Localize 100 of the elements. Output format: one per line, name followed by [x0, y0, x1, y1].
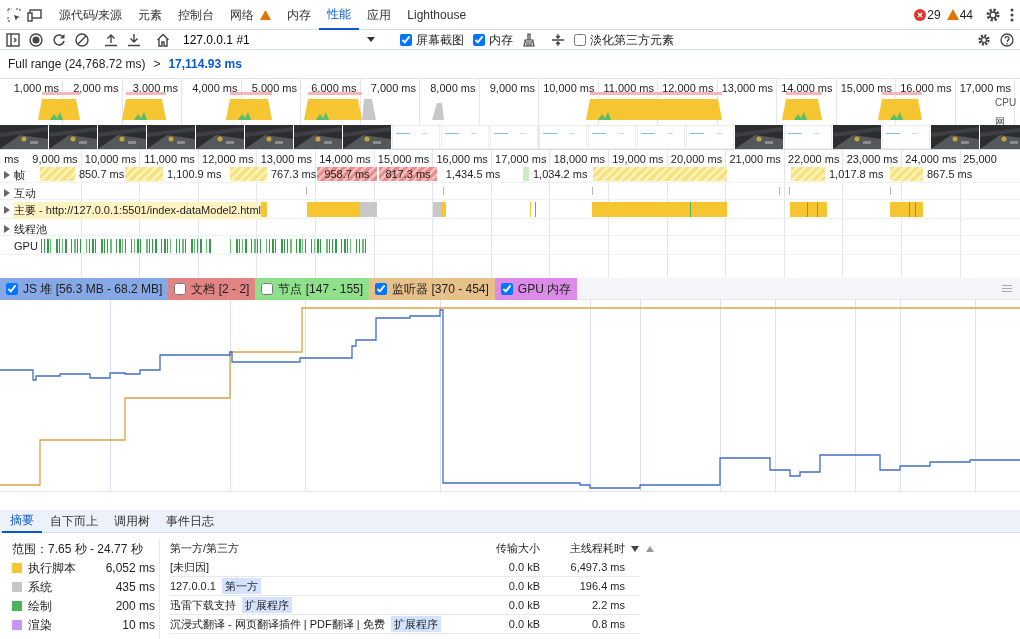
panel-tab[interactable]: Lighthouse — [399, 0, 475, 30]
details-tab[interactable]: 自下而上 — [42, 509, 106, 533]
category-time: 200 ms — [115, 597, 155, 615]
panel-tab[interactable]: 内存 — [279, 0, 320, 30]
checkbox-label: 内存 — [489, 31, 513, 49]
time-tick: 11,000 ms — [144, 152, 195, 167]
details-tab[interactable]: 事件日志 — [158, 509, 222, 533]
sort-icon[interactable] — [631, 545, 639, 552]
time-tick: 17,000 ms — [495, 152, 547, 167]
expand-arrow-icon[interactable] — [4, 225, 10, 234]
time-tick: 16,000 ms — [436, 152, 488, 167]
expand-arrow-icon[interactable] — [4, 206, 10, 215]
help-icon[interactable] — [1000, 32, 1014, 47]
details-tab[interactable]: 摘要 — [2, 509, 42, 533]
time-tick: 6,000 ms — [311, 81, 357, 96]
track-label: 线程池 — [14, 222, 47, 237]
range-text: 范围：7.65 秒 - 24.77 秒 — [12, 540, 143, 558]
frame-duration: 1,034.2 ms — [533, 166, 588, 182]
panel-tab[interactable]: 网络 — [222, 0, 280, 30]
error-count[interactable]: 29 — [927, 5, 941, 24]
time-tick: 4,000 ms — [192, 81, 238, 96]
tag-label: 扩展程序 — [390, 615, 441, 633]
expand-arrow-icon[interactable] — [4, 171, 10, 180]
time-tick: 23,000 ms — [846, 152, 898, 167]
details-tab[interactable]: 调用树 — [106, 509, 158, 533]
inspect-icon[interactable] — [6, 6, 22, 23]
category-label: 执行脚本 — [28, 559, 76, 577]
upload-icon[interactable] — [104, 32, 118, 47]
panel-tab[interactable]: 源代码/来源 — [51, 0, 131, 30]
broom-icon[interactable] — [522, 32, 536, 47]
settings-icon[interactable] — [985, 6, 1001, 23]
table-cell: 0.0 kB — [508, 617, 540, 630]
caret-icon — [367, 37, 375, 42]
reload-icon[interactable] — [52, 32, 66, 47]
drag-handle-icon[interactable] — [1002, 285, 1012, 293]
home-icon[interactable] — [156, 32, 170, 47]
time-tick: 14,000 ms — [319, 152, 371, 167]
tag-label: 扩展程序 — [242, 596, 292, 614]
warning-count[interactable]: 44 — [959, 5, 973, 24]
frame-block — [40, 167, 75, 181]
frame-duration: 1,100.9 ms — [167, 166, 222, 182]
checkbox[interactable] — [174, 283, 187, 295]
tag-label: 第一方 — [221, 577, 261, 595]
checkbox[interactable] — [473, 33, 485, 46]
warning-icon — [946, 9, 959, 20]
time-tick: 1,000 ms — [13, 81, 59, 96]
lane-label: CPU — [995, 96, 1017, 110]
track-label: GPU — [14, 239, 38, 254]
breadcrumb-separator: > — [153, 56, 161, 73]
panel-tab[interactable]: 控制台 — [170, 0, 223, 30]
category-time: 6,052 ms — [105, 559, 155, 577]
panel-tab[interactable]: 性能 — [319, 0, 360, 30]
expand-arrow-icon[interactable] — [4, 189, 10, 198]
time-tick: 8,000 ms — [430, 81, 476, 96]
full-range-breadcrumb[interactable]: Full range (24,768.72 ms) — [8, 55, 146, 73]
sidebar-toggle-icon[interactable] — [6, 32, 20, 47]
selected-range-breadcrumb[interactable]: 17,114.93 ms — [168, 55, 242, 73]
checkbox-label: 淡化第三方元素 — [590, 31, 674, 49]
panel-tab[interactable]: 应用 — [359, 0, 400, 30]
table-cell-text: 沉浸式翻译 - 网页翻译插件 | PDF翻译 | 免费 — [170, 616, 385, 632]
dropped-frame: 817.3 ms — [379, 167, 437, 181]
clear-icon[interactable] — [75, 32, 89, 47]
counter-label: GPU 内存 — [517, 281, 572, 298]
settings-icon[interactable] — [977, 32, 991, 47]
counter-label: 监听器 [370 - 454] — [392, 281, 489, 298]
checkbox[interactable] — [375, 283, 388, 295]
time-tick: 2,000 ms — [73, 81, 119, 96]
time-tick: 12,000 ms — [662, 81, 714, 96]
frame-block — [890, 167, 923, 181]
device-toolbar-icon[interactable] — [27, 6, 43, 23]
checkbox[interactable] — [6, 283, 18, 295]
category-time: 435 ms — [115, 578, 155, 596]
frame-duration: 1,434.5 ms — [448, 167, 498, 181]
counter-label: JS 堆 [56.3 MB - 68.2 MB] — [23, 281, 163, 298]
table-cell: 6,497.3 ms — [570, 560, 625, 573]
checkbox[interactable] — [500, 283, 513, 295]
time-tick: 24,000 ms — [905, 152, 957, 167]
time-tick: 20,000 ms — [670, 152, 723, 167]
frame-block — [125, 167, 163, 181]
target-dropdown[interactable]: 127.0.0.1 #1 — [179, 30, 379, 49]
checkbox[interactable] — [400, 33, 412, 46]
time-tick: 15,000 ms — [377, 152, 430, 167]
time-tick: 12,000 ms — [202, 152, 254, 167]
scroll-up-icon[interactable] — [646, 546, 654, 552]
column-header: 主线程耗时 — [570, 542, 625, 555]
checkbox-label: 屏幕截图 — [416, 31, 464, 49]
panel-tab[interactable]: 元素 — [130, 0, 171, 30]
download-icon[interactable] — [127, 32, 141, 47]
counter-label: 文档 [2 - 2] — [191, 281, 250, 298]
checkbox[interactable] — [261, 283, 274, 295]
record-icon[interactable] — [29, 32, 43, 47]
table-cell-text: 迅雷下载支持 — [170, 597, 236, 613]
table-cell: 0.0 kB — [508, 560, 540, 573]
collapse-icon[interactable] — [551, 32, 565, 47]
more-options-icon[interactable] — [1010, 7, 1014, 22]
frame-duration: 850.7 ms — [79, 166, 125, 182]
table-cell: 0.0 kB — [508, 598, 540, 611]
track-label: 互动 — [14, 186, 36, 201]
counter-label: 节点 [147 - 155] — [278, 281, 364, 298]
checkbox[interactable] — [574, 33, 586, 46]
